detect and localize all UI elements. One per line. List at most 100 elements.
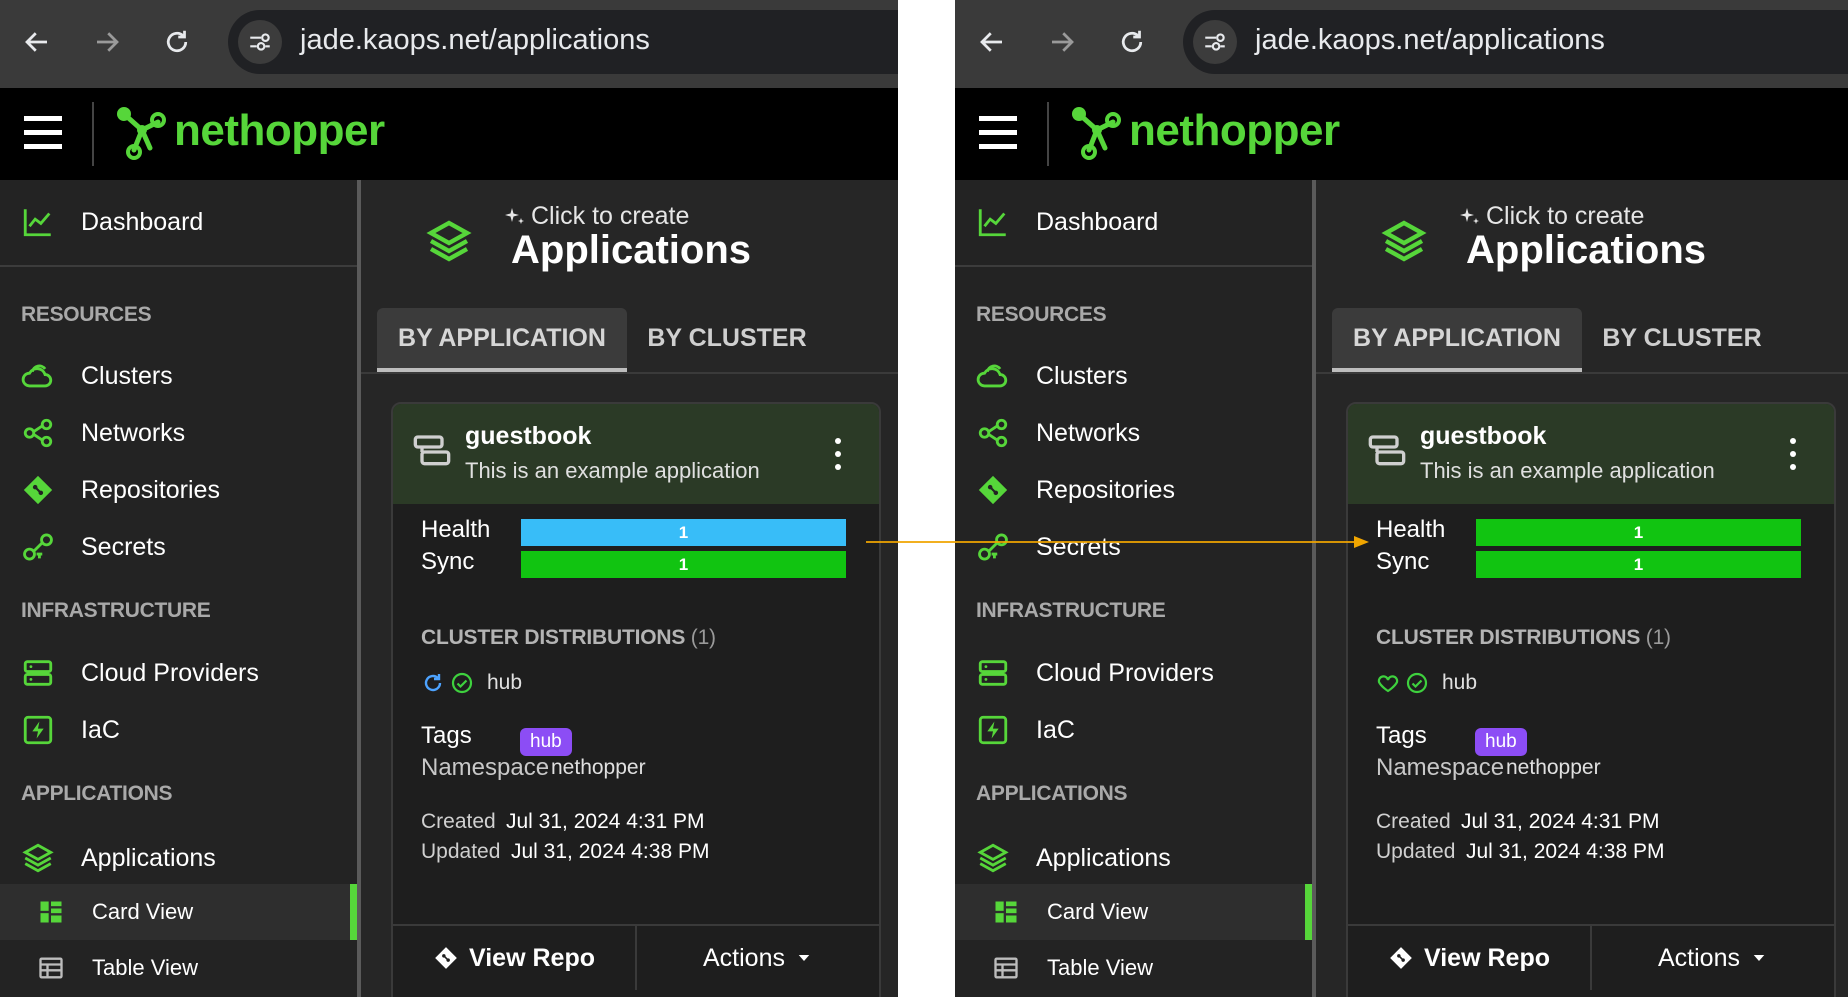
create-hint-text: Click to create xyxy=(531,202,690,230)
app-description: This is an example application xyxy=(465,458,760,483)
health-bar[interactable]: 1 xyxy=(521,519,846,546)
tabs-divider xyxy=(1316,372,1848,374)
sidebar-item-label: Dashboard xyxy=(81,207,204,236)
reload-button[interactable] xyxy=(1112,22,1152,62)
site-info-icon[interactable] xyxy=(238,20,282,64)
chart-line-icon xyxy=(975,204,1011,240)
sidebar-item-label: Dashboard xyxy=(1036,207,1159,236)
sidebar-item-label: Networks xyxy=(81,418,186,447)
nethopper-logo[interactable]: nethopper xyxy=(1067,100,1340,168)
created-value: Jul 31, 2024 4:31 PM xyxy=(506,810,705,833)
created-label: Created xyxy=(421,810,496,833)
sidebar-item-label: Applications xyxy=(1036,843,1171,872)
git-icon xyxy=(20,472,56,508)
address-bar[interactable]: jade.kaops.net/applications xyxy=(1183,10,1848,74)
created-label: Created xyxy=(1376,810,1451,833)
sidebar-item-dashboard[interactable]: Dashboard xyxy=(0,196,357,248)
sparkle-icon xyxy=(1460,207,1479,224)
section-applications: APPLICATIONS xyxy=(21,782,173,805)
cluster-distributions-count: (1) xyxy=(1645,626,1671,649)
forward-button[interactable] xyxy=(87,22,127,62)
sidebar-item-networks[interactable]: Networks xyxy=(955,407,1312,459)
table-icon xyxy=(991,953,1021,983)
sidebar-item-table-view[interactable]: Table View xyxy=(955,942,1312,994)
section-infrastructure: INFRASTRUCTURE xyxy=(976,599,1166,622)
sidebar-item-cloud-providers[interactable]: Cloud Providers xyxy=(955,647,1312,699)
view-repo-button[interactable]: View Repo xyxy=(393,926,637,990)
cluster-distributions-count: (1) xyxy=(690,626,716,649)
sidebar-item-label: Secrets xyxy=(81,532,166,561)
share-nodes-icon xyxy=(20,415,56,451)
cluster-name: hub xyxy=(1442,671,1478,694)
health-bar[interactable]: 1 xyxy=(1476,519,1801,546)
sidebar-item-applications[interactable]: Applications xyxy=(955,832,1312,884)
sidebar-item-iac[interactable]: IaC xyxy=(0,704,357,756)
sidebar-item-networks[interactable]: Networks xyxy=(0,407,357,459)
namespace-value: nethopper xyxy=(1506,756,1601,779)
arrow-annotation xyxy=(866,536,1369,548)
back-button[interactable] xyxy=(17,22,57,62)
tab-by-cluster[interactable]: BY CLUSTER xyxy=(1582,308,1782,368)
check-circle-icon xyxy=(451,672,473,694)
tag-chip[interactable]: hub xyxy=(1475,728,1527,756)
more-options-icon[interactable] xyxy=(1778,434,1808,474)
tab-by-application[interactable]: BY APPLICATION xyxy=(1332,308,1582,372)
created-value: Jul 31, 2024 4:31 PM xyxy=(1461,810,1660,833)
tab-by-application[interactable]: BY APPLICATION xyxy=(377,308,627,372)
sidebar-item-repositories[interactable]: Repositories xyxy=(955,464,1312,516)
sidebar-item-clusters[interactable]: Clusters xyxy=(955,350,1312,402)
sidebar-item-clusters[interactable]: Clusters xyxy=(0,350,357,402)
sidebar-item-dashboard[interactable]: Dashboard xyxy=(955,196,1312,248)
sidebar-item-secrets[interactable]: Secrets xyxy=(0,521,357,573)
sidebar-item-table-view[interactable]: Table View xyxy=(0,942,357,994)
cluster-distribution-item[interactable]: hub xyxy=(1376,668,1477,698)
brand-name: nethopper xyxy=(1129,106,1340,155)
forward-button[interactable] xyxy=(1042,22,1082,62)
actions-dropdown[interactable]: Actions xyxy=(637,926,879,990)
layers-icon xyxy=(975,840,1011,876)
screenshot-after: jade.kaops.net/applications nethopper Da… xyxy=(955,0,1848,997)
sidebar-item-card-view[interactable]: Card View xyxy=(955,886,1312,938)
address-bar[interactable]: jade.kaops.net/applications xyxy=(228,10,898,74)
url-text[interactable]: jade.kaops.net/applications xyxy=(300,24,650,57)
sidebar-item-repositories[interactable]: Repositories xyxy=(0,464,357,516)
arrow-left-icon xyxy=(980,32,1002,52)
sidebar-item-card-view[interactable]: Card View xyxy=(0,886,357,938)
cluster-distributions-label: CLUSTER DISTRIBUTIONS xyxy=(421,626,686,649)
nethopper-logo[interactable]: nethopper xyxy=(112,100,385,168)
card-grid-icon xyxy=(991,897,1021,927)
reload-button[interactable] xyxy=(157,22,197,62)
create-hint[interactable]: Click to create xyxy=(1458,202,1644,231)
heart-icon xyxy=(1377,675,1399,693)
namespace-label: Namespace xyxy=(1376,754,1505,781)
table-icon xyxy=(36,953,66,983)
site-info-icon[interactable] xyxy=(1193,20,1237,64)
app-name[interactable]: guestbook xyxy=(1420,422,1546,451)
sync-bar[interactable]: 1 xyxy=(1476,551,1801,578)
sidebar-item-iac[interactable]: IaC xyxy=(955,704,1312,756)
app-name[interactable]: guestbook xyxy=(465,422,591,451)
url-text[interactable]: jade.kaops.net/applications xyxy=(1255,24,1605,57)
tag-chip[interactable]: hub xyxy=(520,728,572,756)
reload-icon xyxy=(166,30,188,53)
sidebar-item-cloud-providers[interactable]: Cloud Providers xyxy=(0,647,357,699)
sidebar-item-label: Clusters xyxy=(81,361,173,390)
more-options-icon[interactable] xyxy=(823,434,853,474)
tab-by-cluster[interactable]: BY CLUSTER xyxy=(627,308,827,368)
view-repo-label: View Repo xyxy=(1424,943,1550,972)
tags-label: Tags xyxy=(1376,722,1427,749)
menu-icon[interactable] xyxy=(24,116,62,150)
card-header: guestbook This is an example application xyxy=(393,404,879,504)
menu-icon[interactable] xyxy=(979,116,1017,150)
section-applications: APPLICATIONS xyxy=(976,782,1128,805)
actions-dropdown[interactable]: Actions xyxy=(1592,926,1834,990)
view-repo-label: View Repo xyxy=(469,943,595,972)
cluster-distribution-item[interactable]: hub xyxy=(421,668,522,698)
namespace-label: Namespace xyxy=(421,754,550,781)
view-repo-button[interactable]: View Repo xyxy=(1348,926,1592,990)
sync-bar[interactable]: 1 xyxy=(521,551,846,578)
sidebar-item-applications[interactable]: Applications xyxy=(0,832,357,884)
create-hint[interactable]: Click to create xyxy=(503,202,689,231)
card-footer: View Repo Actions xyxy=(393,924,879,997)
back-button[interactable] xyxy=(972,22,1012,62)
